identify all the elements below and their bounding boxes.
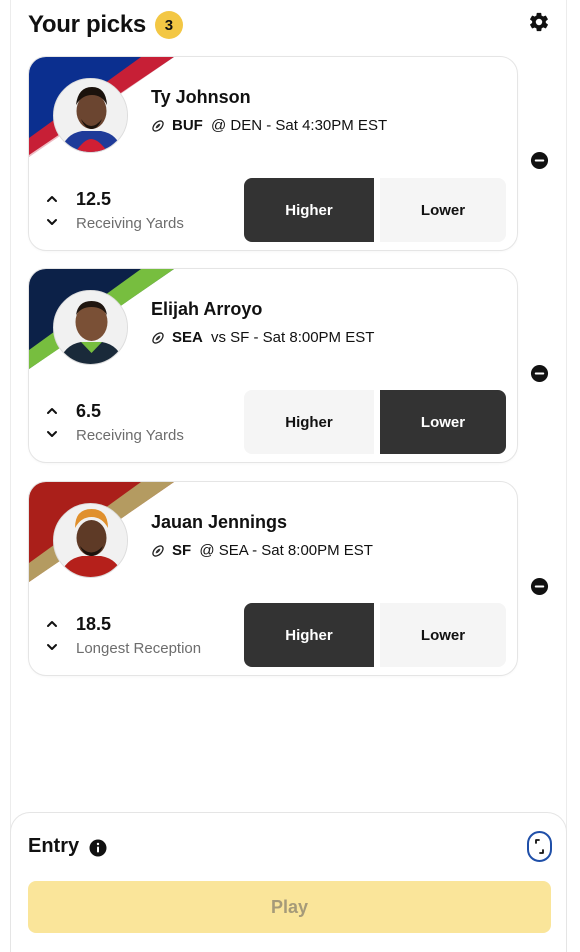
player-avatar (53, 503, 128, 578)
picks-header: Your picks 3 (28, 8, 558, 42)
info-icon[interactable] (89, 839, 107, 857)
football-icon (152, 544, 164, 557)
play-button[interactable]: Play (28, 881, 551, 933)
team-code: SF (172, 542, 192, 559)
projection-line: 18.5 (76, 614, 112, 634)
chevron-up-icon[interactable] (45, 404, 59, 418)
chevron-down-icon[interactable] (45, 640, 59, 654)
gear-icon[interactable] (528, 11, 550, 33)
picks-count-badge: 3 (154, 11, 183, 39)
game-matchup: BUF @ DEN - Sat 4:30PM EST (151, 117, 387, 134)
chevron-up-icon[interactable] (45, 192, 59, 206)
player-photo (54, 504, 127, 577)
lower-button[interactable]: Lower (380, 603, 506, 667)
chevron-up-icon[interactable] (45, 617, 59, 631)
team-code: SEA (172, 329, 203, 346)
stat-type: Receiving Yards (76, 215, 184, 232)
player-photo (54, 291, 127, 364)
projection-line: 6.5 (76, 401, 102, 421)
game-matchup: SF @ SEA - Sat 8:00PM EST (151, 542, 373, 559)
line-stepper (45, 192, 59, 232)
lower-button[interactable]: Lower (380, 390, 506, 454)
higher-button[interactable]: Higher (244, 178, 374, 242)
football-icon (152, 119, 164, 132)
player-avatar (53, 78, 128, 153)
player-name: Ty Johnson (151, 87, 251, 107)
player-avatar (53, 290, 128, 365)
line-stepper (45, 617, 59, 657)
opponent-and-time: vs SF - Sat 8:00PM EST (206, 329, 375, 346)
stat-type: Receiving Yards (76, 427, 184, 444)
lower-button[interactable]: Lower (380, 178, 506, 242)
remove-pick-icon[interactable] (530, 151, 549, 170)
opponent-and-time: @ DEN - Sat 4:30PM EST (206, 117, 388, 134)
higher-button[interactable]: Higher (244, 390, 374, 454)
expand-icon[interactable] (527, 831, 552, 862)
pick-card: Jauan Jennings SF @ SEA - Sat 8:00PM EST… (28, 481, 518, 676)
remove-pick-icon[interactable] (530, 577, 549, 596)
chevron-down-icon[interactable] (45, 215, 59, 229)
player-photo (54, 79, 127, 152)
pick-card: Ty Johnson BUF @ DEN - Sat 4:30PM EST 12… (28, 56, 518, 251)
opponent-and-time: @ SEA - Sat 8:00PM EST (195, 542, 373, 559)
higher-button[interactable]: Higher (244, 603, 374, 667)
football-icon (152, 331, 164, 344)
stat-type: Longest Reception (76, 640, 202, 657)
projection-line: 12.5 (76, 189, 112, 209)
remove-pick-icon[interactable] (530, 364, 549, 383)
page-title: Your picks (28, 11, 146, 38)
team-code: BUF (172, 117, 203, 134)
player-name: Jauan Jennings (151, 512, 288, 532)
chevron-down-icon[interactable] (45, 427, 59, 441)
game-matchup: SEA vs SF - Sat 8:00PM EST (151, 329, 374, 346)
pick-card: Elijah Arroyo SEA vs SF - Sat 8:00PM EST… (28, 268, 518, 463)
line-stepper (45, 404, 59, 444)
entry-title: Entry (28, 835, 80, 857)
entry-panel: Entry Play (10, 812, 567, 952)
player-name: Elijah Arroyo (151, 299, 263, 319)
